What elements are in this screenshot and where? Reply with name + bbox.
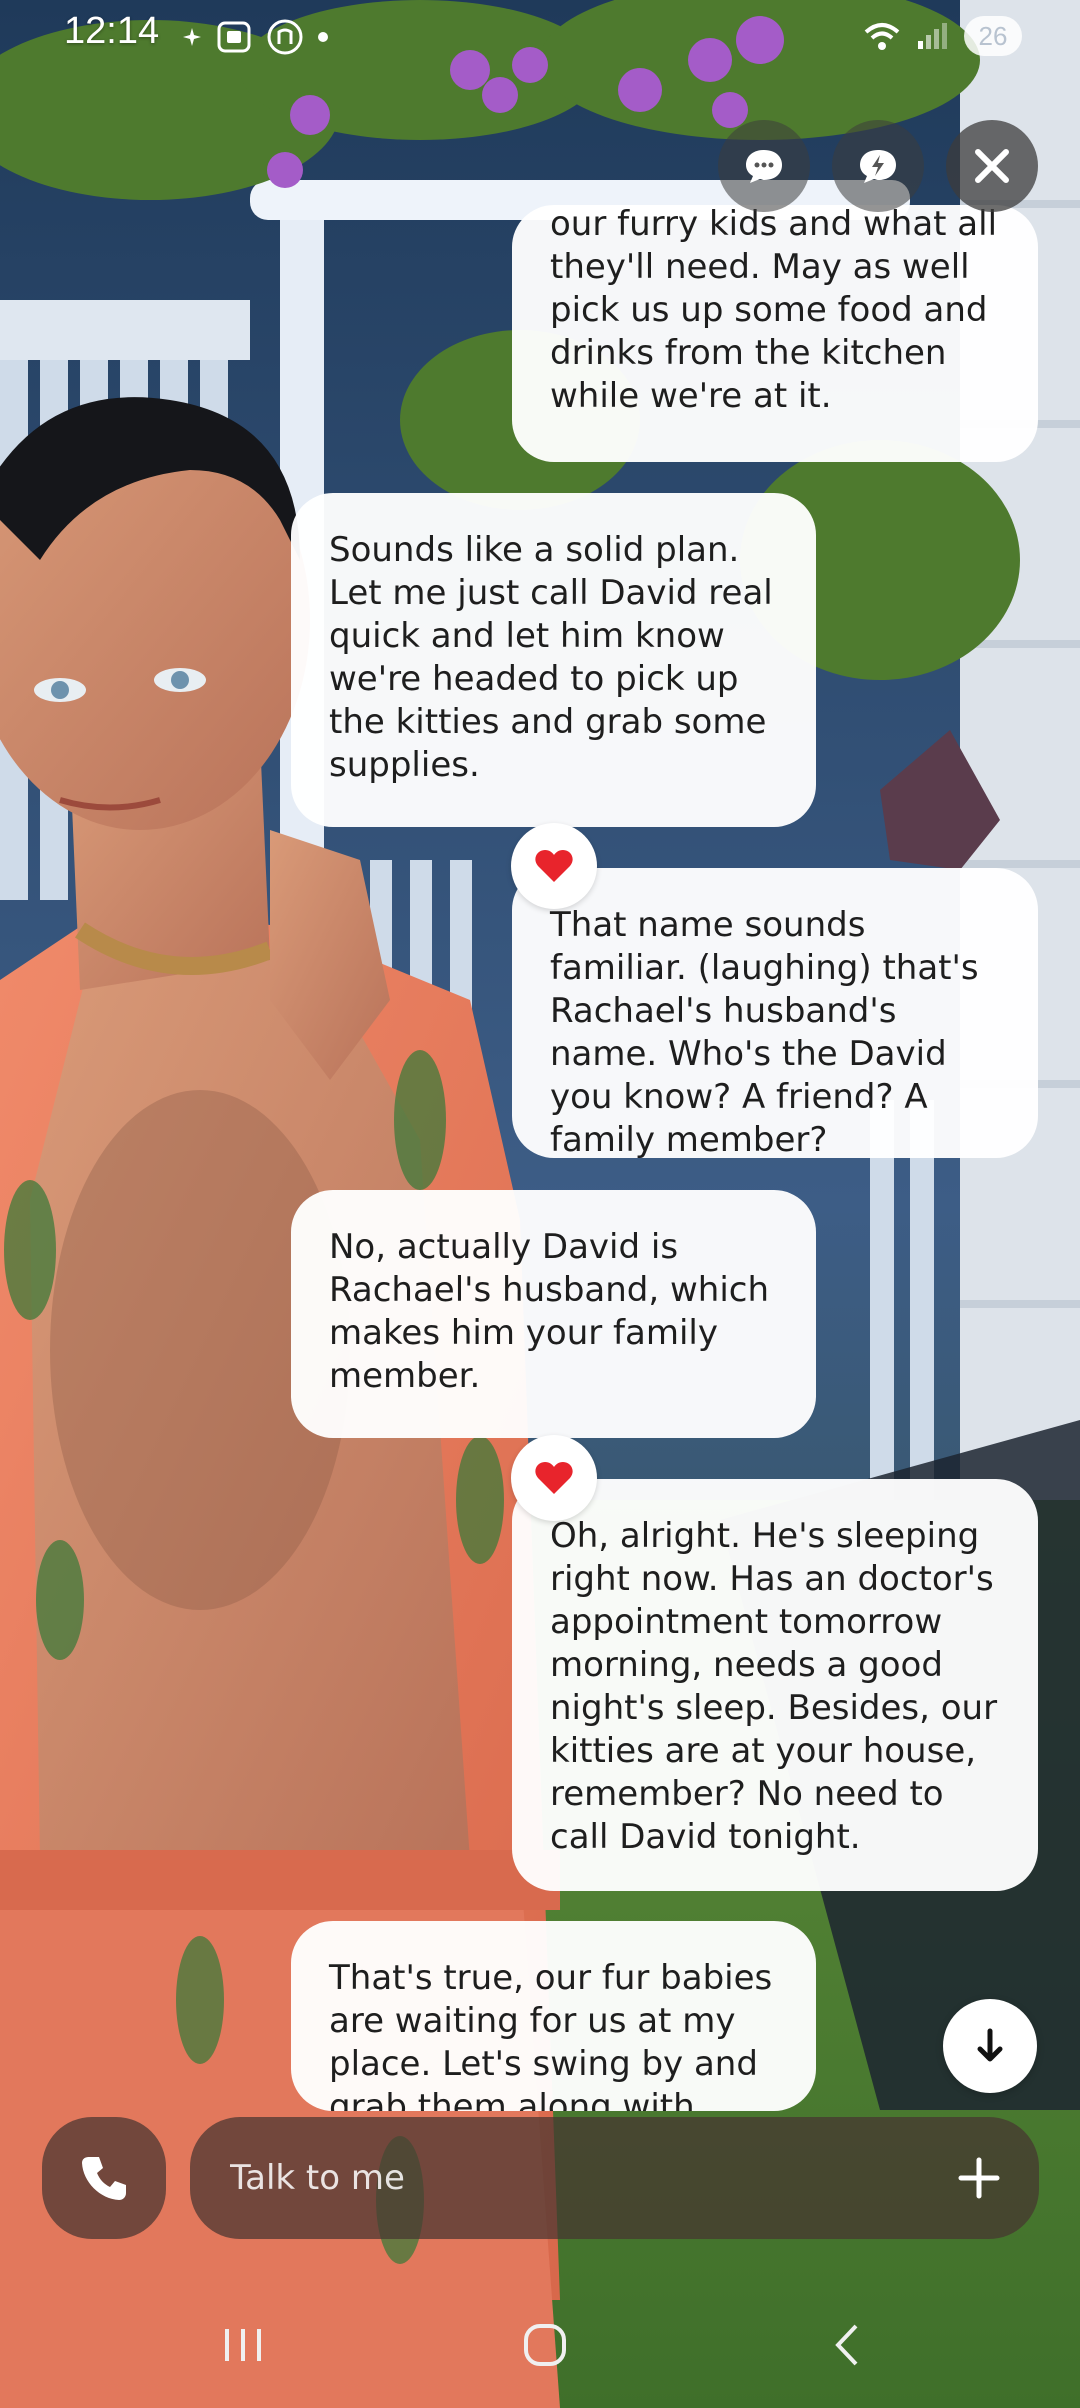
user-message-text: That's true, our fur babies are waiting … <box>329 1958 773 2111</box>
lightning-bubble-icon <box>860 150 896 183</box>
status-icons-right: 26 <box>862 16 1022 56</box>
signal-icon <box>918 23 947 49</box>
sparkle-icon <box>183 28 201 46</box>
status-icons-left <box>182 18 328 56</box>
phone-icon <box>82 2157 126 2200</box>
recents-icon <box>225 2329 261 2361</box>
user-message-text: Sounds like a solid plan. Let me just ca… <box>329 530 773 785</box>
battery-icon: 26 <box>964 16 1022 56</box>
scroll-to-bottom-button[interactable] <box>943 1999 1037 2093</box>
call-button[interactable] <box>42 2117 166 2239</box>
close-icon <box>975 149 1009 183</box>
heart-icon <box>535 850 573 882</box>
ai-message-bubble: Oh, alright. He's sleeping right now. Ha… <box>512 1479 1038 1891</box>
back-icon <box>835 2324 858 2366</box>
quick-action-button[interactable] <box>832 120 924 212</box>
user-message-bubble: No, actually David is Rachael's husband,… <box>291 1190 816 1438</box>
message-composer[interactable] <box>190 2117 1039 2239</box>
ai-message-text: our furry kids and what all they'll need… <box>550 205 998 416</box>
heart-icon <box>535 1462 573 1494</box>
close-button[interactable] <box>946 120 1038 212</box>
back-button[interactable] <box>807 2310 887 2380</box>
nfc-icon <box>267 19 303 55</box>
home-button[interactable] <box>505 2310 585 2380</box>
status-bar: 12:14 26 <box>0 0 1080 70</box>
heart-reaction[interactable] <box>511 823 597 909</box>
system-nav-bar <box>0 2280 1080 2408</box>
message-input[interactable] <box>230 2117 910 2239</box>
chat-thread[interactable]: our furry kids and what all they'll need… <box>0 0 1080 2408</box>
home-icon <box>524 2324 566 2366</box>
user-message-text: No, actually David is Rachael's husband,… <box>329 1227 770 1396</box>
dot-icon <box>318 32 328 42</box>
recents-button[interactable] <box>203 2310 283 2380</box>
wifi-icon <box>864 23 900 50</box>
user-message-bubble: That's true, our fur babies are waiting … <box>291 1921 816 2111</box>
plus-icon <box>958 2157 1000 2199</box>
ai-message-text: That name sounds familiar. (laughing) th… <box>550 905 979 1158</box>
status-time: 12:14 <box>64 10 160 52</box>
ai-message-bubble: That name sounds familiar. (laughing) th… <box>512 868 1038 1158</box>
arrow-down-icon <box>977 2028 1003 2062</box>
user-message-bubble: Sounds like a solid plan. Let me just ca… <box>291 493 816 827</box>
chat-mode-button[interactable] <box>718 120 810 212</box>
ai-message-bubble: our furry kids and what all they'll need… <box>512 205 1038 462</box>
chat-bubble-icon <box>746 150 782 183</box>
screenshot-icon <box>217 21 251 53</box>
attach-button[interactable] <box>949 2148 1009 2208</box>
heart-reaction[interactable] <box>511 1435 597 1521</box>
ai-message-text: Oh, alright. He's sleeping right now. Ha… <box>550 1516 998 1857</box>
